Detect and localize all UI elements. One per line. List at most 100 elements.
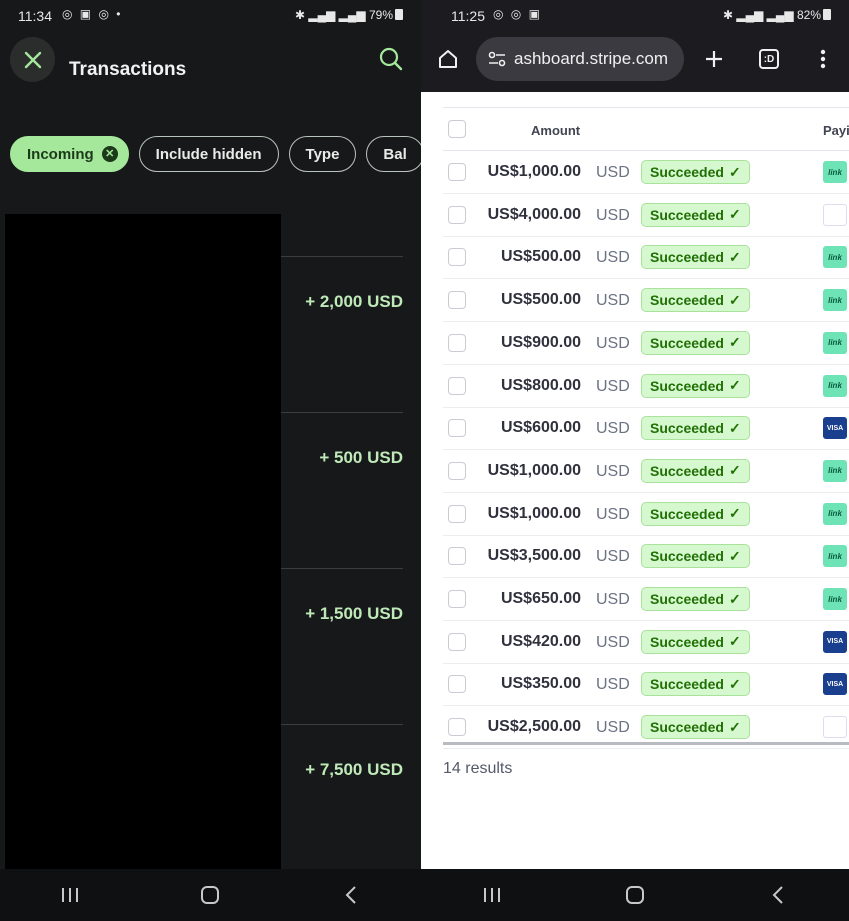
table-row[interactable]: US$650.00 USD Succeeded ✓ link [443, 578, 849, 621]
row-checkbox[interactable] [448, 547, 466, 566]
status-label: Succeeded [650, 462, 724, 479]
table-row[interactable]: US$500.00 USD Succeeded ✓ link [443, 236, 849, 280]
table-row[interactable]: US$3,500.00 USD Succeeded ✓ link [443, 535, 849, 579]
back-icon [345, 886, 356, 904]
row-checkbox[interactable] [448, 504, 466, 523]
payment-method-link-icon: link [823, 161, 847, 183]
row-checkbox[interactable] [448, 718, 466, 737]
column-header-payment[interactable]: Payi [823, 123, 849, 138]
row-checkbox[interactable] [448, 376, 466, 395]
battery-level: 82% [796, 8, 821, 22]
home-button[interactable] [605, 875, 665, 915]
system-nav-bar [421, 869, 849, 921]
table-row[interactable]: US$800.00 USD Succeeded ✓ link [443, 365, 849, 408]
check-icon: ✓ [728, 291, 741, 308]
tab-switcher-button[interactable]: :D [754, 44, 784, 74]
status-badge: Succeeded ✓ [641, 587, 750, 611]
page-title: Transactions [69, 59, 187, 80]
table-row[interactable]: US$4,000.00 USD Succeeded ✓ [443, 194, 849, 237]
row-currency: USD [596, 249, 630, 267]
chip-label: Bal [383, 145, 407, 163]
back-button[interactable] [748, 875, 808, 915]
chip-incoming[interactable]: Incoming ✕ [10, 136, 129, 172]
address-bar[interactable]: ashboard.stripe.com [476, 37, 684, 81]
home-icon [439, 50, 457, 68]
check-icon: ✓ [728, 505, 741, 522]
remove-filter-icon[interactable]: ✕ [101, 146, 118, 162]
table-row[interactable]: US$1,000.00 USD Succeeded ✓ link [443, 450, 849, 493]
chip-include-hidden[interactable]: Include hidden [138, 136, 279, 172]
payment-method-visa-icon: VISA [823, 630, 847, 653]
row-amount: US$1,000.00 [487, 461, 581, 479]
status-badge: Succeeded ✓ [641, 715, 750, 740]
table-row[interactable]: US$500.00 USD Succeeded ✓ link [443, 279, 849, 323]
recents-icon [484, 888, 501, 902]
row-checkbox[interactable] [448, 248, 466, 267]
more-vert-icon [820, 49, 826, 69]
table-row[interactable]: US$1,000.00 USD Succeeded ✓ link [443, 493, 849, 536]
transaction-row[interactable]: + 7,500 USD [281, 724, 403, 880]
row-amount: US$420.00 [500, 632, 581, 650]
row-checkbox[interactable] [448, 590, 466, 608]
transaction-row[interactable]: + 2,000 USD [281, 256, 403, 412]
table-row[interactable]: US$1,000.00 USD Succeeded ✓ link [443, 151, 849, 194]
status-badge: Succeeded ✓ [641, 160, 750, 184]
notification-icons: ◎ ▣ ◎ • [62, 7, 123, 21]
left-phone-screen: 11:34 ◎ ▣ ◎ • ✱ ▂▄▆ ▂▄▆ 79% Transactions… [0, 0, 421, 921]
battery-icon [823, 9, 831, 20]
row-currency: USD [596, 719, 630, 737]
check-icon: ✓ [728, 718, 741, 735]
status-label: Succeeded [650, 548, 724, 565]
row-checkbox[interactable] [448, 291, 466, 310]
chip-label: Type [305, 145, 340, 163]
column-header-amount[interactable]: Amount [531, 123, 580, 138]
row-amount: US$500.00 [500, 248, 581, 266]
table-scrollbar[interactable] [443, 742, 849, 745]
site-settings-icon[interactable] [488, 51, 506, 67]
recents-button[interactable] [40, 875, 100, 915]
row-checkbox[interactable] [448, 163, 466, 181]
search-button[interactable] [378, 46, 404, 72]
row-checkbox[interactable] [448, 205, 466, 224]
payment-method-apple-icon [823, 716, 847, 739]
transaction-row[interactable]: + 500 USD [281, 412, 403, 568]
check-icon: ✓ [728, 248, 741, 265]
row-amount: US$900.00 [500, 333, 581, 351]
recents-button[interactable] [462, 875, 522, 915]
recents-icon [62, 888, 79, 902]
status-label: Succeeded [650, 249, 724, 266]
transaction-row[interactable]: + 1,500 USD [281, 568, 403, 724]
check-icon: ✓ [728, 206, 741, 223]
row-currency: USD [596, 334, 630, 352]
transaction-amount: + 1,500 USD [305, 604, 403, 623]
row-amount: US$3,500.00 [487, 547, 581, 565]
table-row[interactable]: US$600.00 USD Succeeded ✓ VISA [443, 407, 849, 451]
row-checkbox[interactable] [448, 419, 466, 438]
row-checkbox[interactable] [448, 461, 466, 480]
table-row[interactable]: US$420.00 USD Succeeded ✓ VISA [443, 621, 849, 664]
home-button[interactable] [433, 44, 463, 74]
home-button[interactable] [180, 875, 240, 915]
row-checkbox[interactable] [448, 632, 466, 651]
row-checkbox[interactable] [448, 675, 466, 694]
check-icon: ✓ [728, 163, 741, 180]
tab-count: :D [759, 49, 779, 69]
back-button[interactable] [321, 875, 381, 915]
chip-type[interactable]: Type [288, 136, 357, 172]
row-amount: US$1,000.00 [487, 504, 581, 522]
new-tab-button[interactable] [699, 44, 729, 74]
transaction-amount: + 7,500 USD [305, 760, 403, 779]
right-phone-screen: 11:25 ◎ ◎ ▣ ✱ ▂▄▆ ▂▄▆ 82% ashboard.strip… [421, 0, 849, 921]
table-row[interactable]: US$350.00 USD Succeeded ✓ VISA [443, 663, 849, 707]
table-header: Amount Payi [443, 107, 849, 151]
row-amount: US$600.00 [500, 419, 581, 437]
more-menu-button[interactable] [808, 44, 838, 74]
row-checkbox[interactable] [448, 333, 466, 352]
status-badge: Succeeded ✓ [641, 416, 750, 441]
select-all-checkbox[interactable] [448, 120, 466, 138]
table-row[interactable]: US$900.00 USD Succeeded ✓ link [443, 322, 849, 365]
battery-level: 79% [368, 8, 393, 22]
close-button[interactable] [10, 37, 55, 82]
status-label: Succeeded [650, 420, 724, 437]
chip-balance[interactable]: Bal [366, 136, 421, 172]
